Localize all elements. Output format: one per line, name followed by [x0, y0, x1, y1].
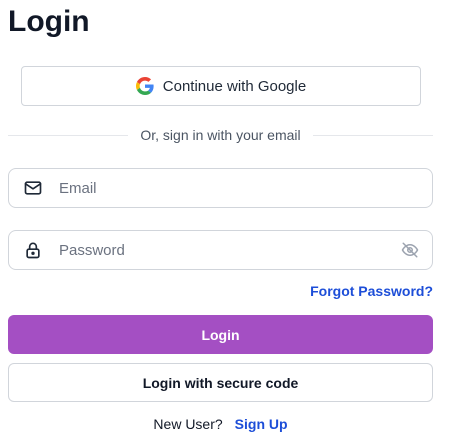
login-page: Login Continue with Google Or, sign in w…	[0, 0, 462, 446]
email-divider: Or, sign in with your email	[8, 124, 434, 146]
login-with-secure-code-button[interactable]: Login with secure code	[8, 363, 433, 402]
mail-icon	[23, 178, 43, 198]
login-button[interactable]: Login	[8, 315, 433, 354]
forgot-password-link[interactable]: Forgot Password?	[310, 283, 433, 299]
google-logo-icon	[135, 77, 154, 95]
password-field-container	[8, 230, 433, 270]
page-title: Login	[8, 5, 90, 38]
signup-row: New User? Sign Up	[0, 416, 441, 432]
new-user-text: New User?	[153, 416, 223, 432]
sign-up-link[interactable]: Sign Up	[235, 416, 288, 432]
continue-with-google-button[interactable]: Continue with Google	[21, 66, 421, 106]
password-field[interactable]	[59, 231, 400, 269]
divider-line-right	[312, 134, 434, 136]
google-button-label: Continue with Google	[162, 77, 307, 95]
email-field-container	[8, 168, 433, 208]
lock-icon	[23, 240, 43, 260]
divider-line-left	[8, 134, 129, 136]
email-field[interactable]	[59, 169, 432, 207]
divider-text: Or, sign in with your email	[140, 127, 301, 143]
eye-off-icon[interactable]	[400, 240, 420, 260]
